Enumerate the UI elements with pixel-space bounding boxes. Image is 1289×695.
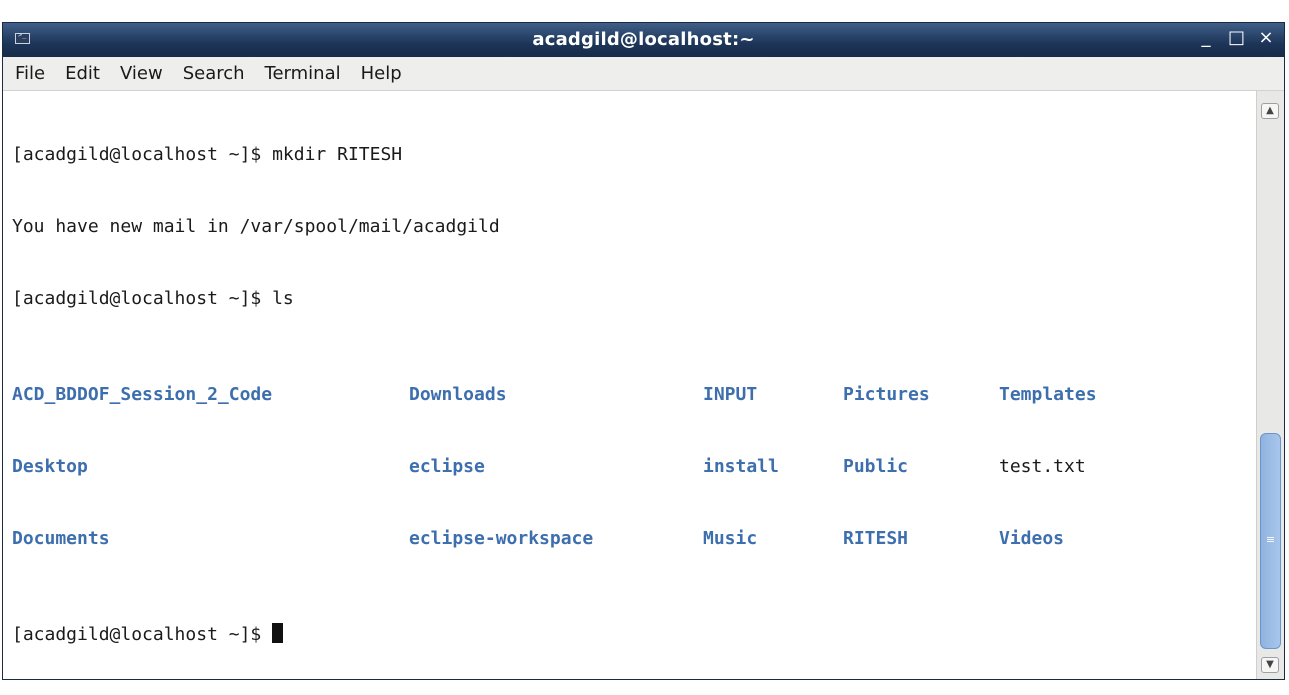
terminal-line: [acadgild@localhost ~]$ ls	[12, 288, 294, 309]
window-controls: _ □ ×	[1198, 27, 1274, 48]
ls-entry: Desktop	[12, 456, 88, 477]
ls-entry: Music	[703, 528, 758, 549]
scroll-thumb[interactable]: ≡	[1260, 433, 1281, 649]
ls-entry: RITESH	[843, 528, 909, 549]
ls-entry: test.txt	[999, 456, 1086, 477]
ls-entry: eclipse	[409, 456, 485, 477]
terminal-output[interactable]: [acadgild@localhost ~]$ mkdir RITESH You…	[3, 91, 1256, 679]
chevron-up-icon[interactable]: ▲	[1261, 103, 1279, 119]
terminal-prompt-line[interactable]: [acadgild@localhost ~]$	[12, 623, 1256, 647]
terminal-prompt: [acadgild@localhost ~]$	[12, 624, 273, 645]
text-cursor	[272, 623, 284, 643]
menu-file[interactable]: File	[15, 63, 45, 84]
title-bar[interactable]: >_ acadgild@localhost:~ _ □ ×	[3, 23, 1284, 57]
ls-entry: Documents	[12, 528, 110, 549]
terminal-line: You have new mail in /var/spool/mail/aca…	[12, 216, 500, 237]
ls-entry: eclipse-workspace	[409, 528, 594, 549]
ls-entry: install	[703, 456, 779, 477]
menu-bar: File Edit View Search Terminal Help	[3, 57, 1284, 91]
ls-entry: Downloads	[409, 384, 507, 405]
maximize-button[interactable]: □	[1228, 27, 1245, 48]
menu-view[interactable]: View	[120, 63, 163, 84]
ls-output-row: ACD_BDDOF_Session_2_Code Downloads INPUT…	[12, 383, 1256, 407]
minimize-button[interactable]: _	[1198, 27, 1214, 48]
chevron-down-icon[interactable]: ▼	[1261, 657, 1279, 673]
terminal-window: >_ acadgild@localhost:~ _ □ × File Edit …	[2, 22, 1285, 680]
grip-icon: ≡	[1265, 533, 1276, 546]
terminal-line: [acadgild@localhost ~]$ mkdir RITESH	[12, 144, 403, 165]
close-button[interactable]: ×	[1258, 27, 1274, 48]
ls-output-row: Documents eclipse-workspace Music RITESH…	[12, 527, 1256, 551]
vertical-scrollbar[interactable]: ▲ ≡ ▼	[1256, 91, 1284, 679]
menu-help[interactable]: Help	[361, 63, 402, 84]
ls-entry: Templates	[999, 384, 1097, 405]
menu-edit[interactable]: Edit	[65, 63, 100, 84]
ls-entry: INPUT	[703, 384, 758, 405]
window-title: acadgild@localhost:~	[532, 29, 755, 50]
ls-entry: ACD_BDDOF_Session_2_Code	[12, 384, 273, 405]
ls-entry: Public	[843, 456, 909, 477]
ls-entry: Videos	[999, 528, 1065, 549]
ls-output-row: Desktop eclipse install Public test.txt	[12, 455, 1256, 479]
menu-search[interactable]: Search	[183, 63, 245, 84]
ls-entry: Pictures	[843, 384, 930, 405]
menu-terminal[interactable]: Terminal	[265, 63, 341, 84]
